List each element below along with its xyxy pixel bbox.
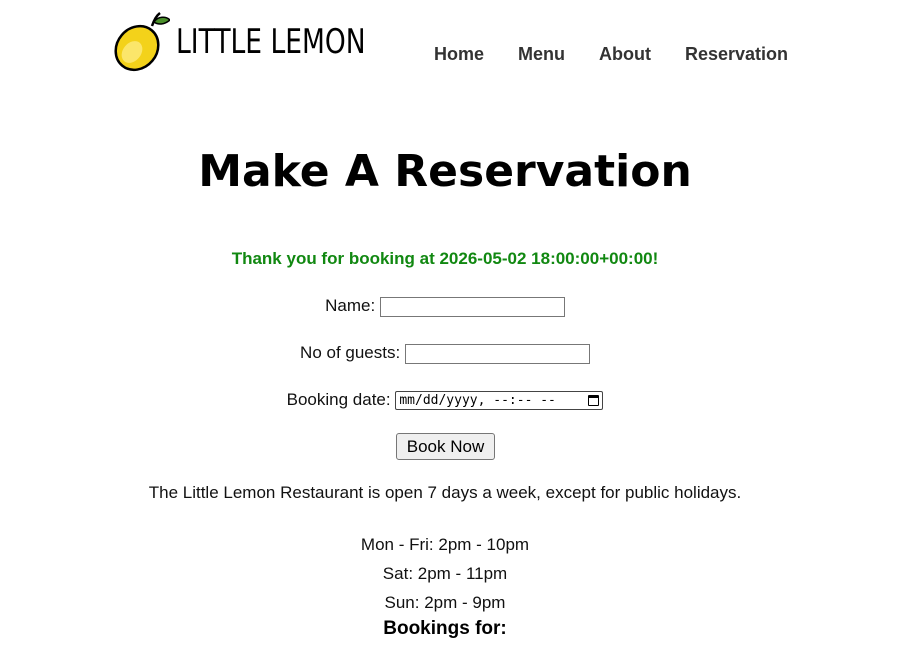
opening-info: The Little Lemon Restaurant is open 7 da… [148,483,742,502]
booking-confirmation: Thank you for booking at 2026-05-02 18:0… [231,249,659,268]
calendar-icon[interactable] [588,395,600,407]
guests-label: No of guests: [300,343,401,362]
name-row: Name: [0,296,890,317]
opening-hours: Mon - Fri: 2pm - 10pm Sat: 2pm - 11pm Su… [0,530,890,617]
main-nav: Home Menu About Reservation [434,44,788,65]
nav-home[interactable]: Home [434,44,484,65]
bookings-heading: Bookings for: [383,618,507,639]
nav-about[interactable]: About [599,44,651,65]
nav-reservation[interactable]: Reservation [685,44,788,65]
guests-row: No of guests: [0,343,890,364]
site-header: LITTLE LEMON Home Menu About Reservation [0,0,904,100]
date-placeholder: mm/dd/yyyy, --:-- -- [399,393,556,409]
lemon-icon [114,10,170,74]
hours-saturday: Sat: 2pm - 11pm [382,564,508,583]
page-title: Make A Reservation [198,146,692,197]
nav-menu[interactable]: Menu [518,44,565,65]
hours-sunday: Sun: 2pm - 9pm [384,593,506,612]
logo-text: LITTLE LEMON [176,22,366,62]
name-field[interactable] [379,296,565,317]
name-label: Name: [325,296,376,315]
hours-weekday: Mon - Fri: 2pm - 10pm [360,535,530,554]
booking-date-input[interactable]: mm/dd/yyyy, --:-- -- [395,391,604,411]
book-now-button[interactable]: Book Now [396,433,495,460]
guests-field[interactable] [404,343,590,364]
date-label: Booking date: [286,390,391,409]
date-row: Booking date: mm/dd/yyyy, --:-- -- [0,390,890,411]
logo[interactable]: LITTLE LEMON [114,8,419,76]
